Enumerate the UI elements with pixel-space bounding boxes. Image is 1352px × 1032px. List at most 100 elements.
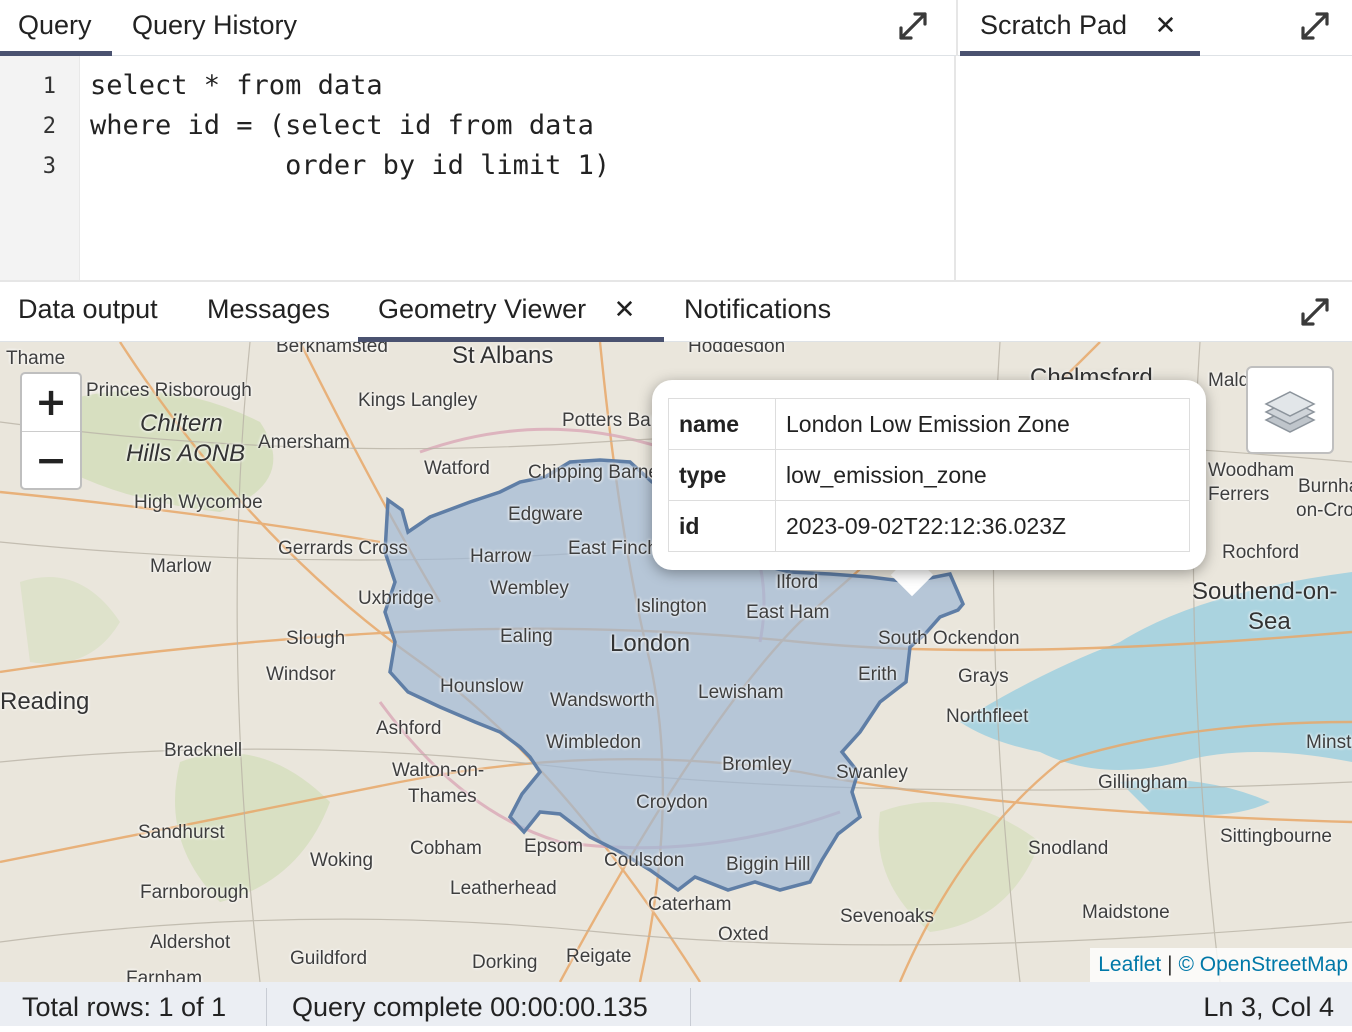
tab-scratch-pad-label: Scratch Pad xyxy=(980,10,1128,40)
map-label: Princes Risborough xyxy=(86,380,252,401)
scratch-pad-textarea[interactable] xyxy=(958,56,1352,280)
map-label: Minster xyxy=(1306,732,1352,753)
map-label: Wimbledon xyxy=(546,732,642,753)
map-label: Ealing xyxy=(500,626,553,647)
query-complete-status: Query complete 00:00:00.135 xyxy=(292,992,648,1022)
tab-messages[interactable]: Messages xyxy=(207,282,330,342)
map-label: Woodham xyxy=(1208,460,1295,481)
layers-control-button[interactable] xyxy=(1246,366,1334,454)
map-label: Caterham xyxy=(648,894,732,915)
tab-geometry-viewer[interactable]: Geometry Viewer ✕ xyxy=(358,282,664,342)
map-label: Bromley xyxy=(722,754,792,775)
map-label: Sevenoaks xyxy=(840,906,935,927)
scratch-tabbar: Scratch Pad ✕ xyxy=(958,0,1352,56)
property-key: id xyxy=(668,500,776,552)
popup-properties-table: name London Low Emission Zone type low_e… xyxy=(668,398,1190,552)
query-tabbar: Query Query History xyxy=(0,0,956,56)
map-label: on-Crouch xyxy=(1296,500,1352,521)
zoom-control: + − xyxy=(20,372,82,490)
table-row: type low_emission_zone xyxy=(668,449,1190,501)
map-label: Northfleet xyxy=(946,706,1029,727)
map-label: Biggin Hill xyxy=(726,854,811,875)
close-scratch-pad-icon[interactable]: ✕ xyxy=(1155,11,1177,41)
map-label: Erith xyxy=(858,664,898,685)
map-label: Guildford xyxy=(290,948,368,969)
map-label: Rochford xyxy=(1222,542,1300,563)
map-label: Hills AONB xyxy=(126,440,246,467)
line-number: 3 xyxy=(42,154,56,179)
leaflet-link[interactable]: Leaflet xyxy=(1098,953,1161,976)
tab-data-output[interactable]: Data output xyxy=(18,282,158,342)
geometry-map[interactable]: Thame Berkhamsted St Albans Hoddesdon Ch… xyxy=(0,342,1352,982)
map-label: Grays xyxy=(958,666,1009,687)
map-label: Snodland xyxy=(1028,838,1109,859)
map-label: Gillingham xyxy=(1098,772,1188,793)
property-value: low_emission_zone xyxy=(775,449,1190,501)
map-label: Cobham xyxy=(410,838,482,859)
map-label: Lewisham xyxy=(698,682,784,703)
map-label: St Albans xyxy=(452,342,554,369)
results-tabbar: Data output Messages Geometry Viewer ✕ N… xyxy=(0,282,1352,342)
map-label: Potters Bar xyxy=(562,410,658,431)
map-label: Gerrards Cross xyxy=(278,538,408,559)
map-attribution: Leaflet | © OpenStreetMap xyxy=(1090,948,1352,982)
tab-query-history[interactable]: Query History xyxy=(132,0,297,56)
feature-popup: name London Low Emission Zone type low_e… xyxy=(652,380,1206,570)
line-number: 1 xyxy=(42,74,56,99)
map-label: Epsom xyxy=(524,836,584,857)
map-label: Woking xyxy=(310,850,374,871)
map-label: Marlow xyxy=(150,556,212,577)
map-label: Swanley xyxy=(836,762,908,783)
map-label: Ferrers xyxy=(1208,484,1270,505)
map-label: Sittingbourne xyxy=(1220,826,1332,847)
map-label: Burnham- xyxy=(1298,476,1352,497)
map-label: Wandsworth xyxy=(550,690,655,711)
code-line[interactable]: where id = (select id from data xyxy=(90,110,594,141)
map-label: Watford xyxy=(424,458,490,479)
tab-notifications-label: Notifications xyxy=(684,294,832,324)
map-label: Uxbridge xyxy=(358,588,435,609)
map-label: Reading xyxy=(0,688,90,715)
map-label: Farnborough xyxy=(140,882,249,903)
tab-query[interactable]: Query xyxy=(0,0,112,56)
code-line[interactable]: order by id limit 1) xyxy=(90,150,610,181)
layers-icon xyxy=(1264,391,1316,433)
property-value: London Low Emission Zone xyxy=(775,398,1190,450)
tab-data-output-label: Data output xyxy=(18,294,158,324)
map-label: Ilford xyxy=(776,572,819,593)
zoom-in-button[interactable]: + xyxy=(22,374,80,432)
map-label: Oxted xyxy=(718,924,769,945)
expand-scratch-pad-icon[interactable] xyxy=(1300,11,1330,41)
map-label: Coulsdon xyxy=(604,850,685,871)
openstreetmap-link[interactable]: © OpenStreetMap xyxy=(1178,953,1348,976)
expand-editor-icon[interactable] xyxy=(898,11,928,41)
expand-results-icon[interactable] xyxy=(1300,297,1330,327)
sql-editor[interactable]: 1 2 3 select * from data where id = (sel… xyxy=(0,56,956,280)
map-label: Thame xyxy=(6,348,66,369)
status-divider xyxy=(690,988,691,1026)
map-label: Hounslow xyxy=(440,676,524,697)
map-label: Chipping Barnet xyxy=(528,462,665,483)
tab-notifications[interactable]: Notifications xyxy=(684,282,831,342)
total-rows-status: Total rows: 1 of 1 xyxy=(22,992,227,1022)
map-label: Amersham xyxy=(258,432,350,453)
map-label: High Wycombe xyxy=(134,492,263,513)
line-number-gutter: 1 2 3 xyxy=(0,56,80,280)
close-geometry-viewer-icon[interactable]: ✕ xyxy=(614,295,636,325)
zoom-out-button[interactable]: − xyxy=(22,432,80,489)
map-label: Kings Langley xyxy=(358,390,478,411)
property-key: name xyxy=(668,398,776,450)
table-row: id 2023-09-02T22:12:36.023Z xyxy=(668,500,1190,552)
tab-query-label: Query xyxy=(18,10,92,40)
panel-divider xyxy=(956,0,958,56)
map-label: Windsor xyxy=(266,664,336,685)
tab-messages-label: Messages xyxy=(207,294,331,324)
tab-scratch-pad[interactable]: Scratch Pad ✕ xyxy=(960,0,1200,56)
map-label: Walton-on- xyxy=(392,760,485,781)
code-line[interactable]: select * from data xyxy=(90,70,383,101)
map-label: Berkhamsted xyxy=(276,342,388,357)
map-label: Maidstone xyxy=(1082,902,1170,923)
map-label: Aldershot xyxy=(150,932,231,953)
tab-query-history-label: Query History xyxy=(132,10,298,40)
map-label: Leatherhead xyxy=(450,878,557,899)
